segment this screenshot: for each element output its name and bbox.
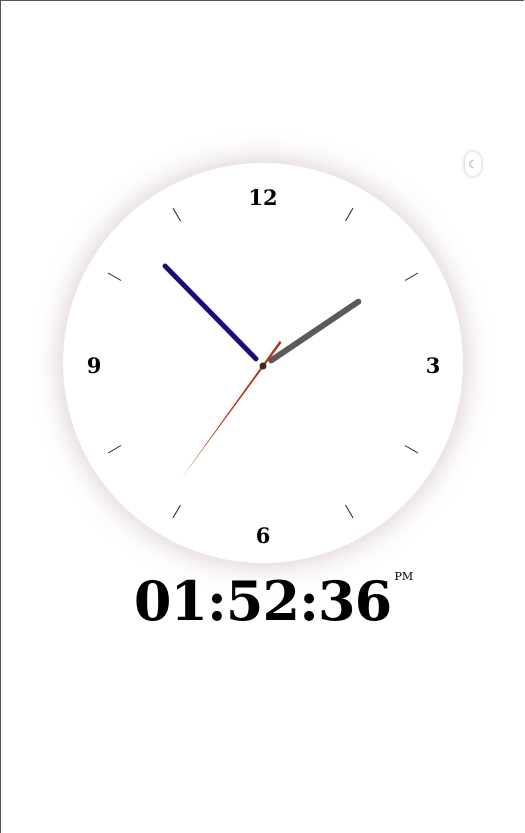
digital-clock: 01:52:36 PM — [0, 570, 525, 632]
tick-8 — [107, 445, 122, 454]
hour-hand — [268, 298, 362, 364]
numeral-12: 12 — [248, 185, 277, 210]
tick-10 — [107, 272, 122, 281]
theme-toggle-button[interactable]: ☾ — [465, 152, 481, 176]
tick-7 — [172, 504, 181, 519]
tick-2 — [404, 272, 419, 281]
numeral-3: 3 — [426, 353, 441, 378]
clock-face: 12 3 6 9 — [87, 185, 441, 548]
center-pin — [259, 362, 267, 370]
second-hand — [180, 340, 282, 480]
analog-clock: 12 3 6 9 — [63, 163, 463, 563]
meridiem-label: PM — [394, 570, 414, 583]
tick-4 — [404, 445, 419, 454]
crescent-moon-icon: ☾ — [468, 157, 478, 171]
minute-hand — [162, 263, 259, 362]
tick-11 — [172, 207, 181, 222]
numeral-9: 9 — [87, 353, 102, 378]
tick-5 — [345, 504, 354, 519]
numeral-6: 6 — [256, 523, 271, 548]
tick-1 — [345, 207, 354, 222]
digital-time: 01:52:36 — [133, 569, 392, 633]
